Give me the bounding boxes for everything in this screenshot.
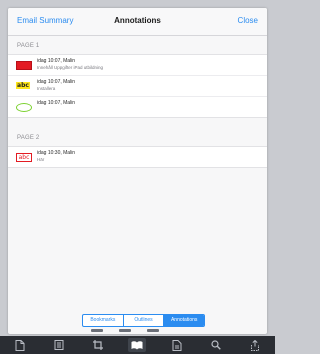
page-icon[interactable] bbox=[168, 338, 186, 352]
book-icon[interactable] bbox=[128, 338, 147, 352]
crop-icon[interactable] bbox=[89, 338, 107, 352]
annotation-row[interactable]: idag 10:07, Malin Innehåll Uppgifter iPa… bbox=[8, 55, 267, 76]
panel-tab-switcher: Bookmarks Outlines Annotations bbox=[82, 314, 205, 327]
search-icon[interactable] bbox=[207, 338, 225, 352]
panel-title: Annotations bbox=[114, 16, 161, 25]
annotation-meta: idag 10:30, Malin bbox=[37, 150, 76, 156]
tab-bookmarks[interactable]: Bookmarks bbox=[83, 315, 124, 326]
tab-annotations[interactable]: Annotations bbox=[164, 315, 204, 326]
abc-highlight-icon: abc bbox=[16, 82, 30, 89]
annotations-panel: Email Summary Annotations Close PAGE 1 i… bbox=[8, 8, 267, 334]
section-header-page-1: PAGE 1 bbox=[17, 43, 40, 49]
list-icon[interactable] bbox=[50, 338, 68, 352]
page-thumbnail-strip bbox=[91, 329, 185, 333]
thumbnail-marker bbox=[147, 329, 159, 332]
red-highlight-icon bbox=[16, 61, 32, 70]
annotation-detail: Installera bbox=[37, 86, 56, 91]
bottom-toolbar bbox=[0, 336, 275, 354]
ellipse-icon bbox=[16, 103, 32, 112]
section-header-page-2: PAGE 2 bbox=[17, 135, 40, 141]
annotation-detail: Innehåll Uppgifter iPad utbildning bbox=[37, 65, 104, 70]
annotation-row[interactable]: abc idag 10:07, Malin Installera bbox=[8, 76, 267, 97]
document-icon[interactable] bbox=[11, 338, 29, 352]
tab-outlines[interactable]: Outlines bbox=[124, 315, 165, 326]
close-button[interactable]: Close bbox=[238, 16, 258, 26]
annotation-meta: idag 10:07, Malin bbox=[37, 100, 76, 106]
abc-text-icon: abc bbox=[16, 153, 32, 162]
annotation-list-page-2: abc idag 10:30, Malin Här bbox=[8, 146, 267, 168]
thumbnail-marker bbox=[91, 329, 103, 332]
annotation-list-page-1: idag 10:07, Malin Innehåll Uppgifter iPa… bbox=[8, 54, 267, 118]
annotation-detail: Här bbox=[37, 157, 45, 162]
annotation-row[interactable]: abc idag 10:30, Malin Här bbox=[8, 147, 267, 167]
annotation-row[interactable]: idag 10:07, Malin bbox=[8, 97, 267, 117]
annotation-meta: idag 10:07, Malin bbox=[37, 79, 76, 85]
thumbnail-marker bbox=[119, 329, 131, 332]
share-icon[interactable] bbox=[246, 338, 264, 352]
annotation-meta: idag 10:07, Malin bbox=[37, 58, 76, 64]
navigation-bar: Email Summary Annotations Close bbox=[8, 8, 267, 36]
